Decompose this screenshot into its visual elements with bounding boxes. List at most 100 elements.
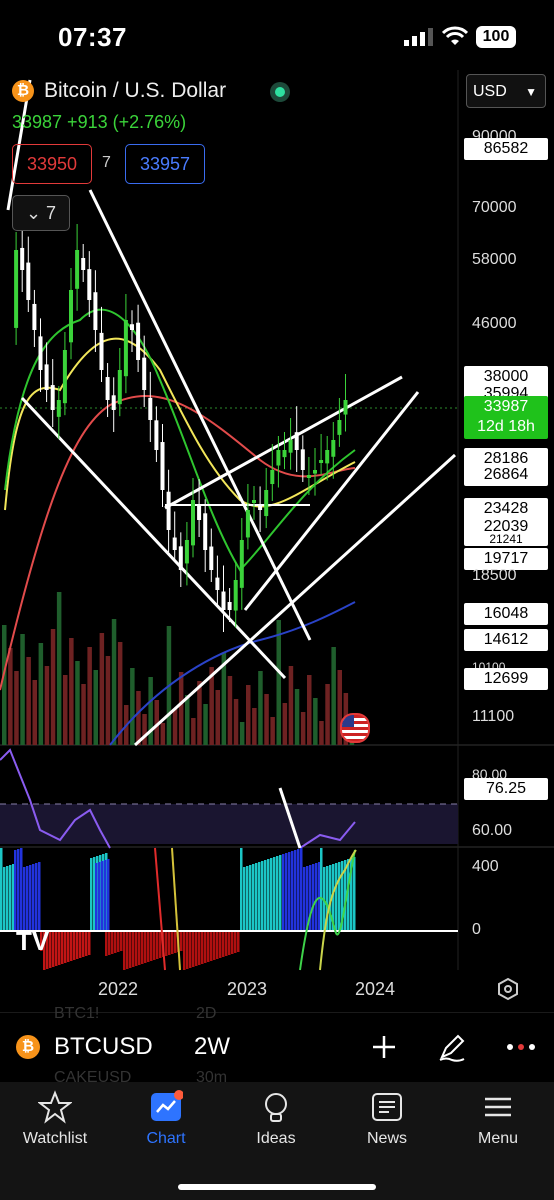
tab-chart[interactable]: Chart [116, 1090, 216, 1148]
candle-body [75, 250, 80, 289]
osc-bar [216, 931, 219, 959]
price-tag: 12699 [464, 668, 548, 690]
volume-bar [282, 703, 288, 745]
osc-bar [353, 857, 356, 931]
osc-bar [138, 931, 141, 965]
price-tag-high: 86582 [464, 138, 548, 160]
price-tag: 26864 [464, 464, 548, 486]
volume-bar [148, 677, 153, 745]
osc-bar [258, 862, 261, 931]
volume-bar [172, 709, 178, 745]
drawing-pen-icon[interactable] [436, 1031, 468, 1063]
time-tick: 2022 [98, 979, 139, 999]
osc-bar [107, 859, 110, 931]
osc-bar [117, 931, 120, 952]
volume-bar [32, 680, 37, 745]
trendline-1[interactable] [88, 189, 312, 641]
candle-body [191, 500, 195, 546]
osc-bar [120, 931, 123, 951]
osc-bar [32, 864, 35, 931]
osc-bar [282, 854, 285, 931]
candle-body [32, 303, 37, 330]
volume-bar [319, 721, 324, 745]
chart-canvas[interactable]: TV ₿ Bitcoin / U.S. Dollar USD ▼ 33987 +… [0, 70, 554, 1010]
current-price-tag: 33987 12d 18h [464, 396, 548, 439]
candle-body [130, 324, 134, 330]
osc-bar [82, 931, 85, 957]
osc-bar [198, 931, 201, 965]
volume-bar [178, 672, 184, 745]
price-tick: 11100 [472, 708, 515, 725]
plus-icon[interactable] [370, 1033, 398, 1061]
osc-bar [73, 931, 76, 960]
candle-body [136, 322, 141, 360]
osc-bar [88, 931, 91, 955]
osc-bar [297, 849, 300, 931]
us-flag-icon[interactable] [340, 713, 370, 743]
volume-bar [239, 722, 245, 745]
interval-selector[interactable]: 2W [194, 1033, 230, 1061]
buy-button[interactable]: 33957 [125, 144, 205, 184]
volume-bar [294, 689, 300, 745]
signal-icon [404, 28, 433, 46]
osc-bar [55, 931, 58, 966]
osc-bar [240, 848, 243, 931]
osc-bar [159, 931, 162, 958]
currency-select[interactable]: USD ▼ [466, 74, 546, 108]
osc-bar [90, 858, 93, 931]
candle-body [197, 505, 202, 520]
candle-body [178, 546, 183, 570]
symbol-selector[interactable]: BTCUSD [54, 1033, 153, 1061]
tab-watchlist[interactable]: Watchlist [5, 1090, 105, 1148]
price-change: 33987 +913 (+2.76%) [12, 112, 187, 132]
candle-body [215, 577, 220, 590]
volume-bar [20, 634, 25, 745]
price-tag: 14612 [464, 629, 548, 651]
ghost-interval: 2D [196, 1005, 217, 1022]
osc-bar [135, 931, 138, 966]
volume-bar [87, 647, 92, 745]
osc-bar [126, 931, 129, 969]
osc-bar [201, 931, 204, 964]
candle-body [166, 491, 171, 530]
osc-bar [273, 857, 276, 931]
volume-bar [81, 684, 86, 745]
osc-bar [204, 931, 207, 963]
osc-bar [35, 863, 38, 931]
osc-bar [312, 864, 315, 931]
volume-bar [331, 647, 336, 745]
osc-bar [64, 931, 67, 963]
osc-bar [17, 849, 20, 931]
battery-indicator: 100 [476, 26, 516, 48]
osc-bar [171, 931, 174, 954]
volume-bar [50, 629, 56, 745]
candle-body [343, 400, 348, 415]
tab-menu[interactable]: Menu [448, 1090, 548, 1148]
time-tick: 2024 [355, 979, 396, 999]
candle-body [56, 400, 61, 417]
lightbulb-icon [265, 1093, 287, 1122]
indicators-toggle[interactable]: ⌄ 7 [12, 195, 70, 231]
trendline-4[interactable] [243, 391, 420, 611]
candle-body [331, 440, 336, 457]
rsi-level: 60.00 [472, 822, 513, 839]
trendline-5[interactable] [164, 375, 403, 510]
tab-ideas[interactable]: Ideas [226, 1090, 326, 1148]
osc-bar [6, 866, 9, 931]
candle-body [252, 500, 256, 503]
osc-bar [186, 931, 189, 969]
candle-body [44, 364, 49, 390]
volume-bar [288, 666, 294, 745]
osc-bar [105, 931, 108, 956]
volume-bar [197, 681, 202, 745]
more-options-icon[interactable] [506, 1041, 536, 1053]
volume-bar [8, 648, 13, 745]
sell-button[interactable]: 33950 [12, 144, 92, 184]
tab-news[interactable]: News [337, 1090, 437, 1148]
volume-bar [270, 717, 275, 745]
chart-settings-icon[interactable] [496, 977, 520, 1001]
trendline-2[interactable] [20, 396, 287, 680]
price-tag: 21241 [464, 532, 548, 546]
volume-bar [233, 699, 239, 745]
osc-bar [153, 931, 156, 960]
